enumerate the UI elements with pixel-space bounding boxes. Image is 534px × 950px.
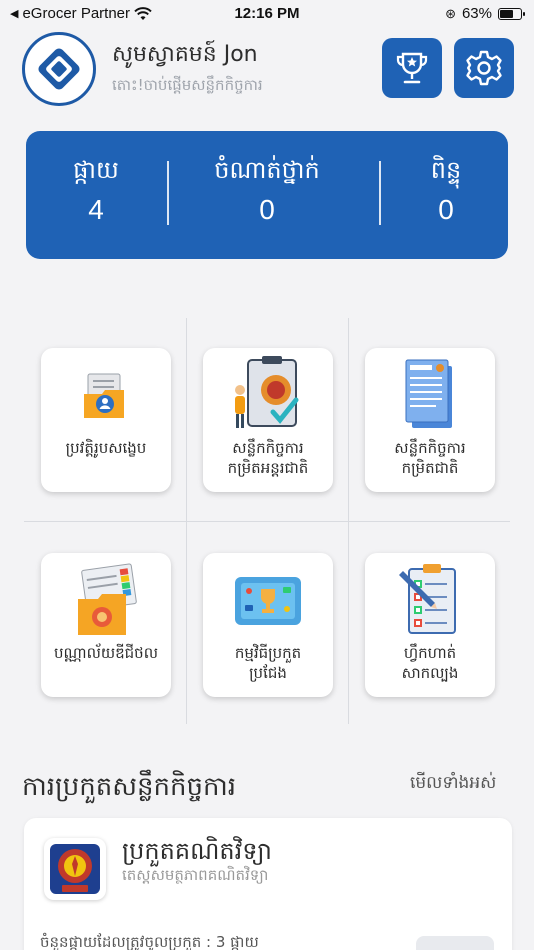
profile-folder-icon <box>41 354 171 438</box>
header: សូមស្វាគមន៍ Jon តោះ!ចាប់ផ្តើមសន្លឹកកិច្ច… <box>0 28 534 118</box>
battery-icon <box>498 7 525 20</box>
divider <box>167 161 169 225</box>
tile-label: ប្រវត្តិរូបសង្ខេប <box>65 439 147 457</box>
menu-grid: ប្រវត្តិរូបសង្ខេប សន្លឹកកិច្ចការ កម្រិតអ… <box>24 318 510 724</box>
leaderboard-button[interactable] <box>382 38 442 98</box>
quiz-star-requirement: ចំនួនផ្កាយដែលត្រូវចូលប្រកួត : 3 ផ្កាយ <box>40 933 259 950</box>
stat-value: 0 <box>259 194 275 225</box>
gear-icon <box>466 50 502 86</box>
ministry-emblem-icon <box>44 838 106 900</box>
stat-rank: ចំណាត់ថ្នាក់ 0 <box>197 155 337 226</box>
competition-icon <box>203 559 333 643</box>
settings-button[interactable] <box>454 38 514 98</box>
quiz-start-button[interactable] <box>416 936 494 950</box>
stat-stars: ផ្កាយ 4 <box>26 155 166 226</box>
stat-value: 4 <box>88 194 104 225</box>
tile-label: បណ្ណាល័យឌីជីថល <box>53 644 158 662</box>
tile-label: សន្លឹកកិច្ចការ កម្រិតអន្តរជាតិ <box>227 439 309 477</box>
trophy-icon <box>396 52 428 84</box>
tile-label: កម្មវិធីប្រកួត ប្រជែង <box>234 644 302 682</box>
stat-points: ពិន្ទុ 0 <box>376 155 516 226</box>
menu-tile-national-worksheet[interactable]: សន្លឹកកិច្ចការ កម្រិតជាតិ <box>365 348 495 492</box>
practice-test-icon <box>365 559 495 643</box>
tile-label: ហ្វឹកហាត់ សាកល្បង <box>401 644 459 682</box>
tile-label: សន្លឹកកិច្ចការ កម្រិតជាតិ <box>394 439 466 477</box>
quiz-subtitle: តេស្តសមត្ថភាពគណិតវិទ្យា <box>122 866 269 884</box>
rotation-lock-icon: ⊛ <box>445 5 456 21</box>
stat-value: 0 <box>438 194 454 225</box>
digital-library-icon <box>41 559 171 643</box>
see-all-link[interactable]: មើលទាំងអស់ <box>410 772 496 797</box>
menu-tile-practice-test[interactable]: ហ្វឹកហាត់ សាកល្បង <box>365 553 495 697</box>
national-worksheet-icon <box>365 354 495 438</box>
quiz-card[interactable]: ប្រកួតគណិតវិទ្យា តេស្តសមត្ថភាពគណិតវិទ្យា… <box>24 818 512 950</box>
stat-label: ចំណាត់ថ្នាក់ <box>214 156 320 184</box>
section-title: ការប្រកួតសន្លឹកកិច្ចការ <box>22 772 237 802</box>
app-logo <box>22 32 96 106</box>
stat-label: ផ្កាយ <box>73 156 119 184</box>
stat-label: ពិន្ទុ <box>430 156 462 184</box>
stats-card: ផ្កាយ 4 ចំណាត់ថ្នាក់ 0 ពិន្ទុ 0 <box>26 131 508 259</box>
status-bar: ◀ eGrocer Partner 12:16 PM ⊛ 63% <box>0 0 534 28</box>
menu-tile-profile[interactable]: ប្រវត្តិរូបសង្ខេប <box>41 348 171 492</box>
international-worksheet-icon <box>203 354 333 438</box>
menu-tile-international-worksheet[interactable]: សន្លឹកកិច្ចការ កម្រិតអន្តរជាតិ <box>203 348 333 492</box>
menu-tile-competition[interactable]: កម្មវិធីប្រកួត ប្រជែង <box>203 553 333 697</box>
grid-line <box>24 521 510 522</box>
greeting-subtitle: តោះ!ចាប់ផ្តើមសន្លឹកកិច្ចការ <box>112 76 263 94</box>
battery-percent: 63% <box>461 5 492 22</box>
greeting-text: សូមស្វាគមន៍ Jon <box>112 42 258 67</box>
logo-icon <box>38 48 80 90</box>
menu-tile-digital-library[interactable]: បណ្ណាល័យឌីជីថល <box>41 553 171 697</box>
